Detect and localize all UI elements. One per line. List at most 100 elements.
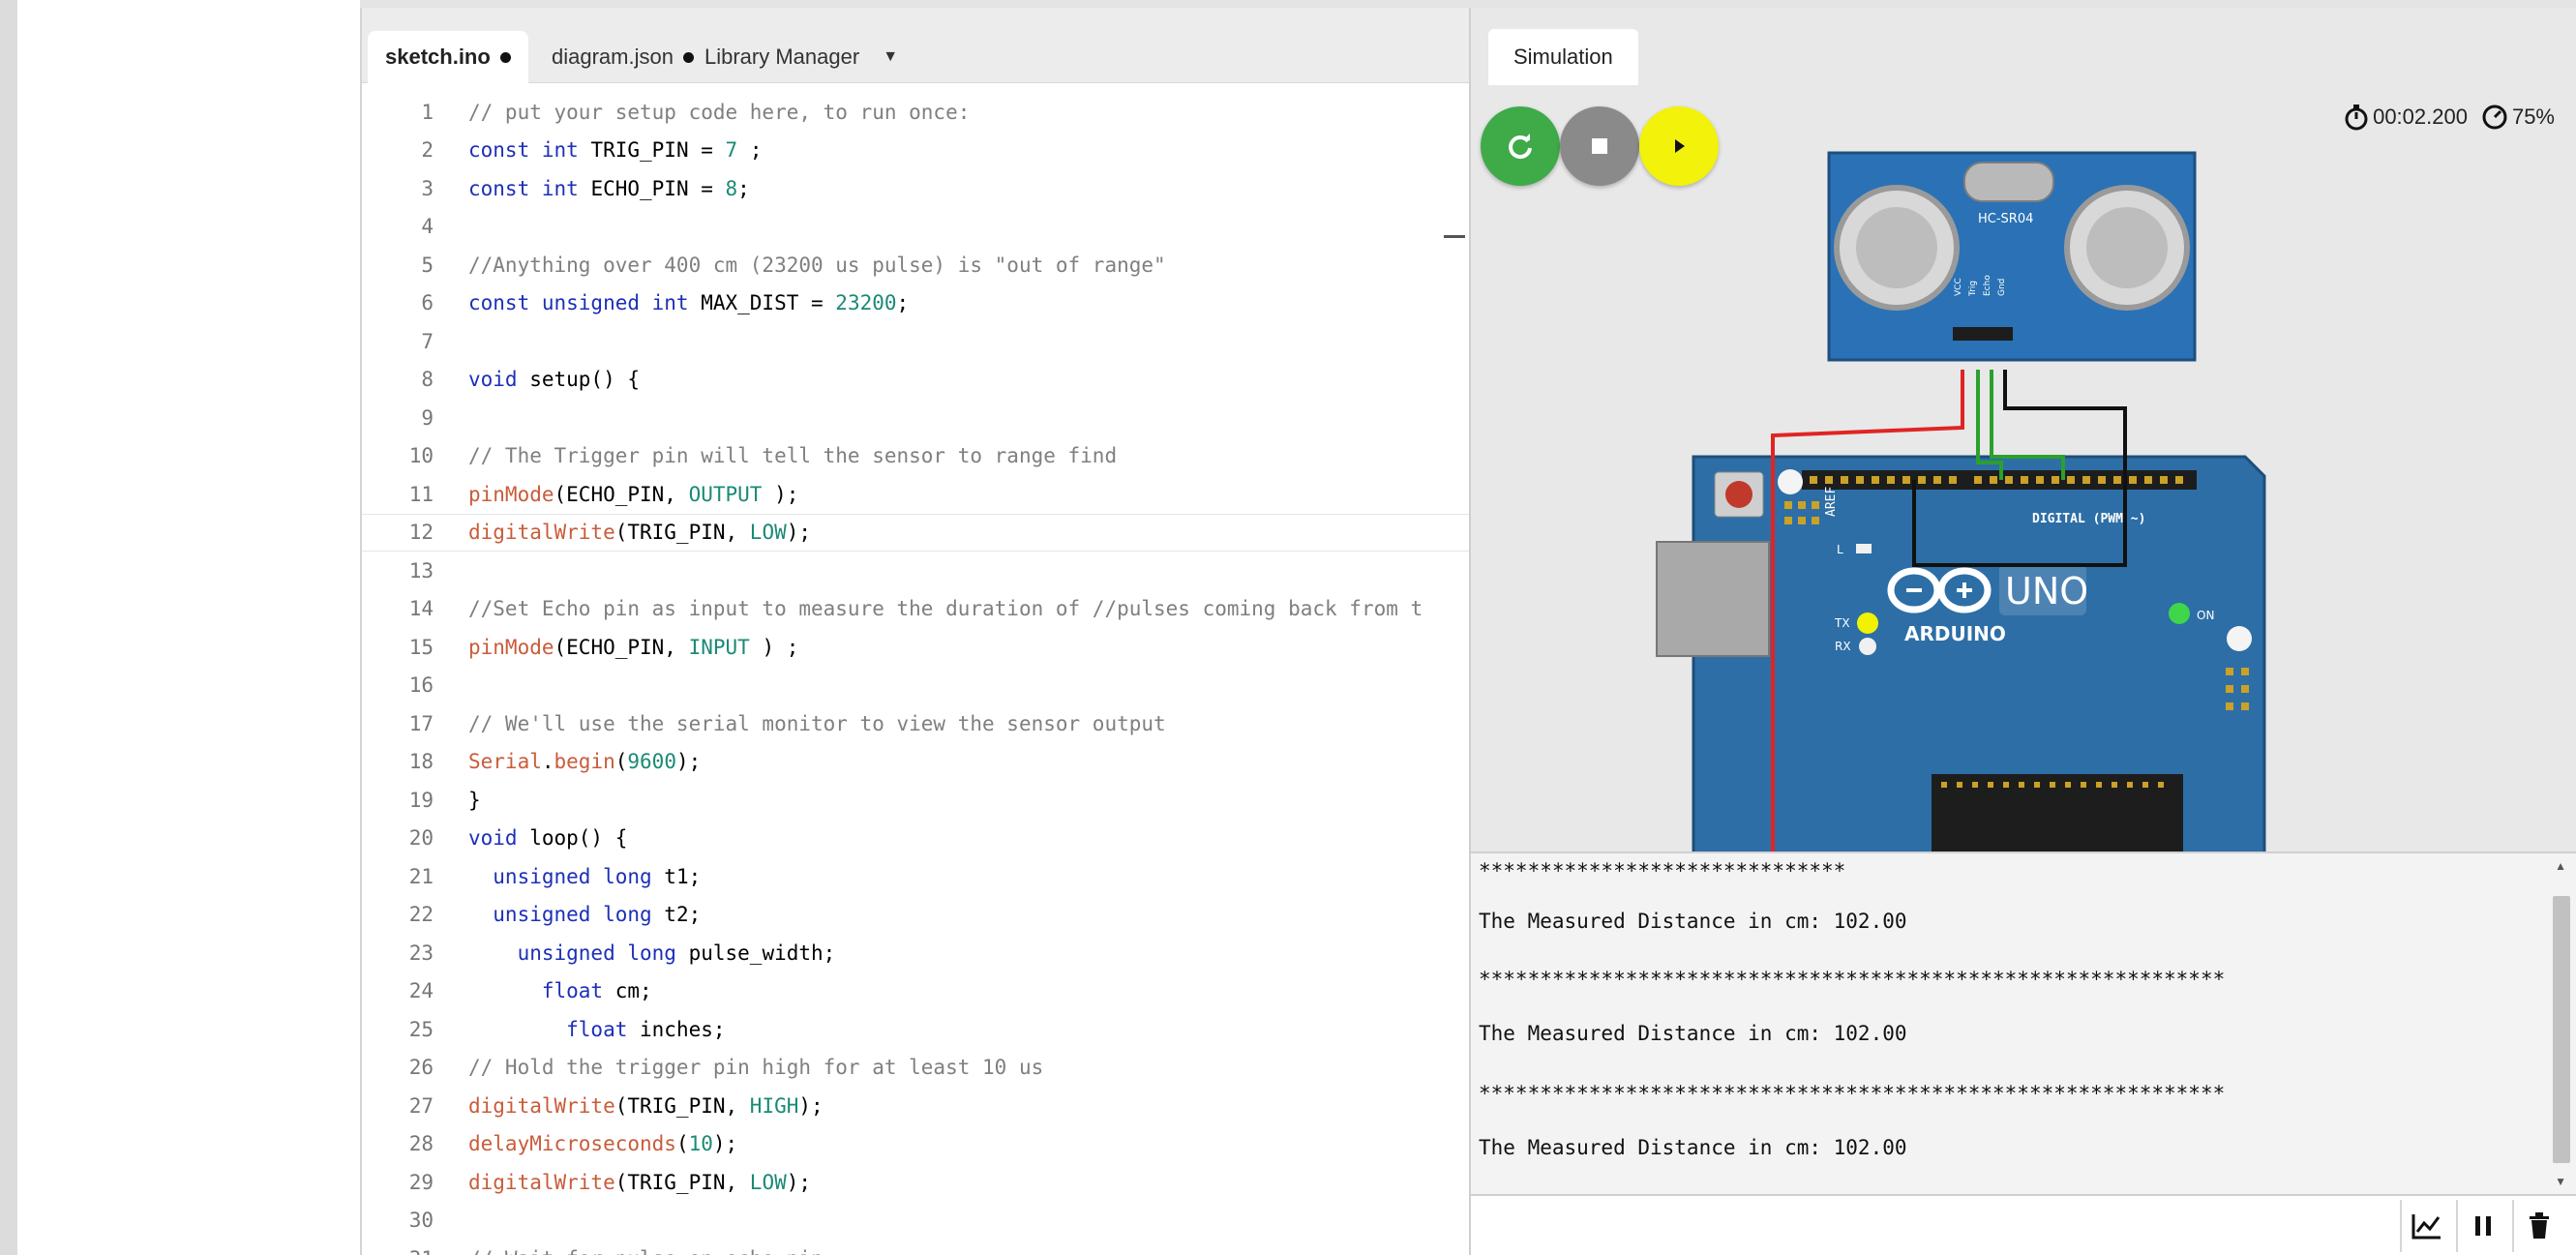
usb-connector [1656, 541, 1770, 657]
code-line[interactable]: 12 digitalWrite(TRIG_PIN, LOW); [362, 513, 1471, 552]
window-top-frame [360, 0, 2576, 8]
code-token: ); [786, 521, 812, 545]
code-token: digitalWrite [468, 1093, 615, 1118]
clear-button[interactable] [2512, 1200, 2564, 1252]
chart-icon [2411, 1214, 2441, 1240]
pin-label-vcc: VCC [1954, 278, 1963, 296]
code-line[interactable]: 25 float inches; [362, 1010, 1471, 1049]
scroll-thumb[interactable] [2553, 896, 2570, 1163]
tab-diagram-json[interactable]: diagram.json [534, 31, 711, 83]
code-area[interactable]: 1 // put your setup code here, to run onc… [362, 93, 1471, 1255]
code-token: // put your setup code here, to run once… [468, 100, 971, 124]
code-line[interactable]: 15 pinMode(ECHO_PIN, INPUT ) ; [362, 628, 1471, 667]
code-line[interactable]: 14 //Set Echo pin as input to measure the… [362, 590, 1471, 629]
tab-simulation[interactable]: Simulation [1488, 29, 1638, 85]
code-token: ); [762, 482, 799, 506]
crystal [1963, 162, 2054, 202]
pin-label-trig: Trig [1968, 281, 1978, 297]
code-token: t1; [651, 864, 702, 888]
serial-line: The Measured Distance in cm: 102.00 [1479, 1136, 1907, 1159]
serial-line: ****************************************… [1479, 1082, 2226, 1105]
line-number: 2 [421, 138, 434, 163]
line-number: 30 [408, 1209, 434, 1233]
sensor-header [1953, 327, 2013, 341]
code-line[interactable]: 28 delayMicroseconds(10); [362, 1125, 1471, 1164]
code-line[interactable]: 5 //Anything over 400 cm (23200 us pulse)… [362, 246, 1471, 284]
code-line[interactable]: 19} [362, 781, 1471, 820]
code-token: void [468, 826, 518, 851]
code-line[interactable]: 8 void setup() { [362, 361, 1471, 400]
tab-library-manager[interactable]: Library Manager ▼ [687, 31, 915, 83]
speed-readout: 75% [2481, 104, 2555, 131]
code-token: const unsigned int [468, 291, 689, 315]
code-token: } [468, 788, 481, 812]
code-token: cm; [603, 979, 652, 1003]
code-line[interactable]: 30 [362, 1202, 1471, 1240]
serial-input-field[interactable] [1471, 1196, 2386, 1255]
restart-icon [1509, 134, 1532, 160]
code-text: unsigned long t2; [455, 903, 701, 926]
code-line[interactable]: 11 pinMode(ECHO_PIN, OUTPUT ); [362, 475, 1471, 514]
line-number: 8 [421, 368, 434, 392]
digital-pwm-label: DIGITAL (PWM ~) [2032, 512, 2145, 526]
tab-sketch-ino[interactable]: sketch.ino [368, 31, 528, 83]
code-token: HIGH [749, 1093, 799, 1118]
code-line[interactable]: 29 digitalWrite(TRIG_PIN, LOW); [362, 1163, 1471, 1202]
chevron-down-icon[interactable]: ▼ [883, 48, 898, 66]
tx-led [1857, 613, 1878, 634]
code-line[interactable]: 7 [362, 322, 1471, 361]
reset-button[interactable] [1725, 481, 1752, 508]
code-line[interactable]: 9 [362, 399, 1471, 437]
code-text: const unsigned int MAX_DIST = 23200; [455, 291, 909, 314]
code-line[interactable]: 26 // Hold the trigger pin high for at le… [362, 1049, 1471, 1088]
code-line[interactable]: 31 // Wait for pulse on echo pin [362, 1240, 1471, 1255]
code-line[interactable]: 1 // put your setup code here, to run onc… [362, 93, 1471, 132]
code-token: // We'll use the serial monitor to view … [468, 711, 1166, 735]
code-text: const int ECHO_PIN = 8; [455, 177, 750, 200]
pause-button[interactable] [2456, 1200, 2508, 1252]
code-line[interactable]: 22 unsigned long t2; [362, 896, 1471, 935]
code-line[interactable]: 20 void loop() { [362, 820, 1471, 858]
line-number: 15 [408, 635, 434, 659]
code-token: LOW [749, 521, 787, 545]
play-button[interactable] [1639, 106, 1719, 186]
hc-sr04-sensor[interactable]: HC-SR04 VCC Trig Echo Gnd [1827, 151, 2197, 362]
board-brand-label: ARDUINO [1904, 622, 2006, 645]
code-line[interactable]: 13 [362, 552, 1471, 590]
code-line[interactable]: 27 digitalWrite(TRIG_PIN, HIGH); [362, 1087, 1471, 1125]
code-token: setup() { [517, 368, 641, 392]
arduino-uno-board[interactable]: AREF DIGITAL (PWM ~) L TX RX ARDUINO UNO… [1656, 455, 2266, 861]
restart-button[interactable] [1481, 106, 1560, 186]
code-line[interactable]: 17 // We'll use the serial monitor to vie… [362, 704, 1471, 743]
code-text: // The Trigger pin will tell the sensor … [455, 444, 1117, 467]
code-text: pinMode(ECHO_PIN, INPUT ) ; [455, 636, 798, 659]
code-line[interactable]: 23 unsigned long pulse_width; [362, 934, 1471, 972]
code-text: //Set Echo pin as input to measure the d… [455, 597, 1423, 620]
serial-monitor[interactable]: ****************************** The Measur… [1471, 852, 2576, 1194]
code-text: const int TRIG_PIN = 7 ; [455, 138, 762, 162]
code-line[interactable]: 2 const int TRIG_PIN = 7 ; [362, 132, 1471, 170]
line-number: 31 [362, 1247, 455, 1255]
code-text: void setup() { [455, 368, 640, 391]
simulation-pane: Simulation AREF DIGITAL (PWM ~) L TX RX … [1469, 8, 2576, 1255]
circuit-canvas[interactable]: AREF DIGITAL (PWM ~) L TX RX ARDUINO UNO… [1471, 85, 2576, 861]
line-number: 13 [408, 558, 434, 583]
code-line[interactable]: 16 [362, 667, 1471, 705]
stop-button[interactable] [1560, 106, 1639, 186]
scroll-up-icon[interactable]: ▲ [2555, 859, 2566, 873]
code-token: void [468, 368, 518, 392]
code-line[interactable]: 4 [362, 208, 1471, 247]
scroll-down-icon[interactable]: ▼ [2555, 1175, 2566, 1188]
line-number: 19 [408, 788, 434, 812]
code-token: ( [614, 750, 628, 774]
code-line[interactable]: 21 unsigned long t1; [362, 857, 1471, 896]
plotter-button[interactable] [2400, 1200, 2452, 1252]
trash-icon [2530, 1212, 2549, 1239]
code-line[interactable]: 10 // The Trigger pin will tell the senso… [362, 437, 1471, 476]
serial-line: The Measured Distance in cm: 102.00 [1479, 910, 1907, 933]
code-token: ; [896, 291, 910, 315]
code-line[interactable]: 3 const int ECHO_PIN = 8; [362, 169, 1471, 208]
code-line[interactable]: 18 Serial.begin(9600); [362, 743, 1471, 782]
code-line[interactable]: 24 float cm; [362, 972, 1471, 1011]
code-line[interactable]: 6 const unsigned int MAX_DIST = 23200; [362, 284, 1471, 323]
